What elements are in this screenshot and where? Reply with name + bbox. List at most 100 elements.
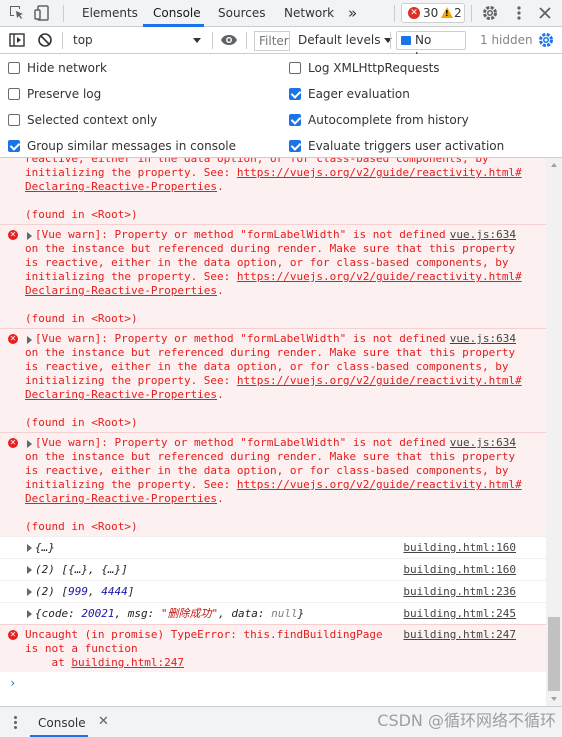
expand-triangle-icon[interactable] (27, 566, 32, 574)
message-text: Declaring-Reactive-Properties. (25, 492, 224, 505)
console-settings-gear-icon[interactable] (537, 31, 555, 49)
checkbox[interactable] (289, 140, 301, 152)
expand-triangle-icon[interactable] (27, 544, 32, 552)
docs-link[interactable]: Declaring-Reactive-Properties (25, 284, 217, 297)
tab-elements[interactable]: Elements (82, 0, 138, 27)
setting-label: Hide network (27, 61, 107, 75)
message-text: initializing the property. See: https://… (25, 166, 522, 179)
drawer-tab-console[interactable]: Console (38, 716, 86, 730)
kebab-menu-icon[interactable] (510, 4, 528, 22)
setting-label: Log XMLHttpRequests (308, 61, 440, 75)
message-text: on the instance but referenced during re… (25, 450, 516, 463)
log-object[interactable]: (2) [{…}, {…}] (35, 563, 128, 577)
setting-label: Evaluate triggers user activation (308, 139, 505, 153)
setting-evaluate-triggers[interactable]: Evaluate triggers user activation (289, 136, 504, 156)
warning-count: 2 (454, 6, 462, 20)
chevron-down-icon (384, 38, 393, 43)
setting-preserve-log[interactable]: Preserve log (8, 84, 101, 104)
checkbox[interactable] (8, 140, 20, 152)
source-link[interactable]: building.html:160 (403, 563, 516, 577)
setting-hide-network[interactable]: Hide network (8, 58, 107, 78)
log-object[interactable]: {…} (35, 541, 55, 555)
drawer-bar: Console ✕ CSDN @循环网络不循环 (0, 706, 562, 737)
scroll-up-arrow-icon[interactable] (551, 163, 557, 167)
message-text: is reactive, either in the data option, … (25, 360, 509, 373)
checkbox[interactable] (289, 114, 301, 126)
docs-link[interactable]: Declaring-Reactive-Properties (25, 492, 217, 505)
close-icon[interactable] (536, 4, 554, 22)
stack-link[interactable]: building.html:247 (71, 656, 184, 669)
issues-counter-badge[interactable]: ✕ 30 ! 2 (401, 3, 465, 23)
setting-log-xmlhttprequests[interactable]: Log XMLHttpRequests (289, 58, 440, 78)
setting-group-similar[interactable]: Group similar messages in console (8, 136, 236, 156)
checkbox[interactable] (289, 88, 301, 100)
drawer-close-icon[interactable]: ✕ (98, 714, 109, 729)
more-tabs-button[interactable]: » (348, 0, 357, 27)
checkbox[interactable] (289, 62, 301, 74)
log-object[interactable]: (2) [999, 4444] (35, 585, 134, 599)
checkbox[interactable] (8, 88, 20, 100)
setting-selected-context-only[interactable]: Selected context only (8, 110, 157, 130)
eye-icon[interactable] (220, 31, 238, 49)
device-toolbar-icon[interactable] (34, 4, 52, 22)
checkbox[interactable] (8, 62, 20, 74)
context-selector[interactable]: top (65, 31, 207, 50)
sidebar-toggle-icon[interactable] (8, 31, 26, 49)
docs-link[interactable]: Declaring-Reactive-Properties (25, 180, 217, 193)
log-object[interactable]: {code: 20021, msg: "删除成功", data: null} (35, 607, 304, 621)
context-selector-value: top (73, 33, 93, 47)
error-icon: ✕ (8, 334, 18, 344)
source-link[interactable]: building.html:247 (403, 628, 516, 642)
docs-link[interactable]: https://vuejs.org/v2/guide/reactivity.ht… (237, 374, 522, 387)
message-text: initializing the property. See: https://… (25, 478, 522, 491)
setting-label: Autocomplete from history (308, 113, 469, 127)
scrollbar-thumb[interactable] (548, 617, 560, 691)
error-icon: ✕ (8, 230, 18, 240)
issues-button[interactable]: No Issue (396, 31, 466, 64)
found-in-text: (found in <Root>) (25, 416, 138, 429)
expand-triangle-icon[interactable] (27, 336, 32, 344)
message-text: Uncaught (in promise) TypeError: this.fi… (25, 628, 383, 641)
tab-network[interactable]: Network (284, 0, 334, 27)
error-count: 30 (423, 6, 439, 20)
warning-mark: ! (445, 9, 449, 18)
setting-autocomplete-history[interactable]: Autocomplete from history (289, 110, 469, 130)
expand-triangle-icon[interactable] (27, 588, 32, 596)
console-error-message: ✕ [Vue warn]: Property or method "formLa… (0, 432, 546, 536)
inspect-element-icon[interactable] (8, 4, 26, 22)
clear-console-icon[interactable] (36, 31, 54, 49)
scroll-down-arrow-icon[interactable] (551, 697, 557, 701)
console-prompt-icon[interactable]: › (9, 676, 16, 690)
tab-console[interactable]: Console (153, 0, 201, 27)
source-link[interactable]: vue.js:634 (450, 436, 516, 450)
setting-label: Selected context only (27, 113, 158, 127)
error-icon: ✕ (408, 7, 420, 19)
source-link[interactable]: building.html:245 (403, 607, 516, 621)
console-log-message: (2) [{…}, {…}] building.html:160 (0, 558, 546, 580)
expand-triangle-icon[interactable] (27, 440, 32, 448)
setting-eager-evaluation[interactable]: Eager evaluation (289, 84, 410, 104)
expand-triangle-icon[interactable] (27, 610, 32, 618)
docs-link[interactable]: https://vuejs.org/v2/guide/reactivity.ht… (237, 478, 522, 491)
drawer-menu-icon[interactable] (14, 716, 17, 730)
message-text: initializing the property. See: https://… (25, 270, 522, 283)
console-error-message: ✕ [Vue warn]: Property or method "formLa… (0, 328, 546, 432)
tab-sources[interactable]: Sources (218, 0, 265, 27)
source-link[interactable]: building.html:236 (403, 585, 516, 599)
source-link[interactable]: vue.js:634 (450, 228, 516, 242)
docs-link[interactable]: Declaring-Reactive-Properties (25, 388, 217, 401)
console-settings-panel: Hide network Log XMLHttpRequests Preserv… (0, 54, 562, 158)
filter-input[interactable] (254, 31, 290, 51)
log-levels-dropdown[interactable]: Default levels (298, 31, 393, 50)
docs-link[interactable]: https://vuejs.org/v2/guide/reactivity.ht… (237, 270, 522, 283)
gear-icon[interactable] (481, 4, 499, 22)
devtools-tab-bar: Elements Console Sources Network » ✕ 30 … (0, 0, 562, 27)
found-in-text: (found in <Root>) (25, 208, 138, 221)
source-link[interactable]: building.html:160 (403, 541, 516, 555)
console-messages: reactive, either in the data option, or … (0, 158, 546, 706)
expand-triangle-icon[interactable] (27, 232, 32, 240)
docs-link[interactable]: https://vuejs.org/v2/guide/reactivity.ht… (237, 166, 522, 179)
toolbar-separator (246, 32, 247, 49)
source-link[interactable]: vue.js:634 (450, 332, 516, 346)
checkbox[interactable] (8, 114, 20, 126)
